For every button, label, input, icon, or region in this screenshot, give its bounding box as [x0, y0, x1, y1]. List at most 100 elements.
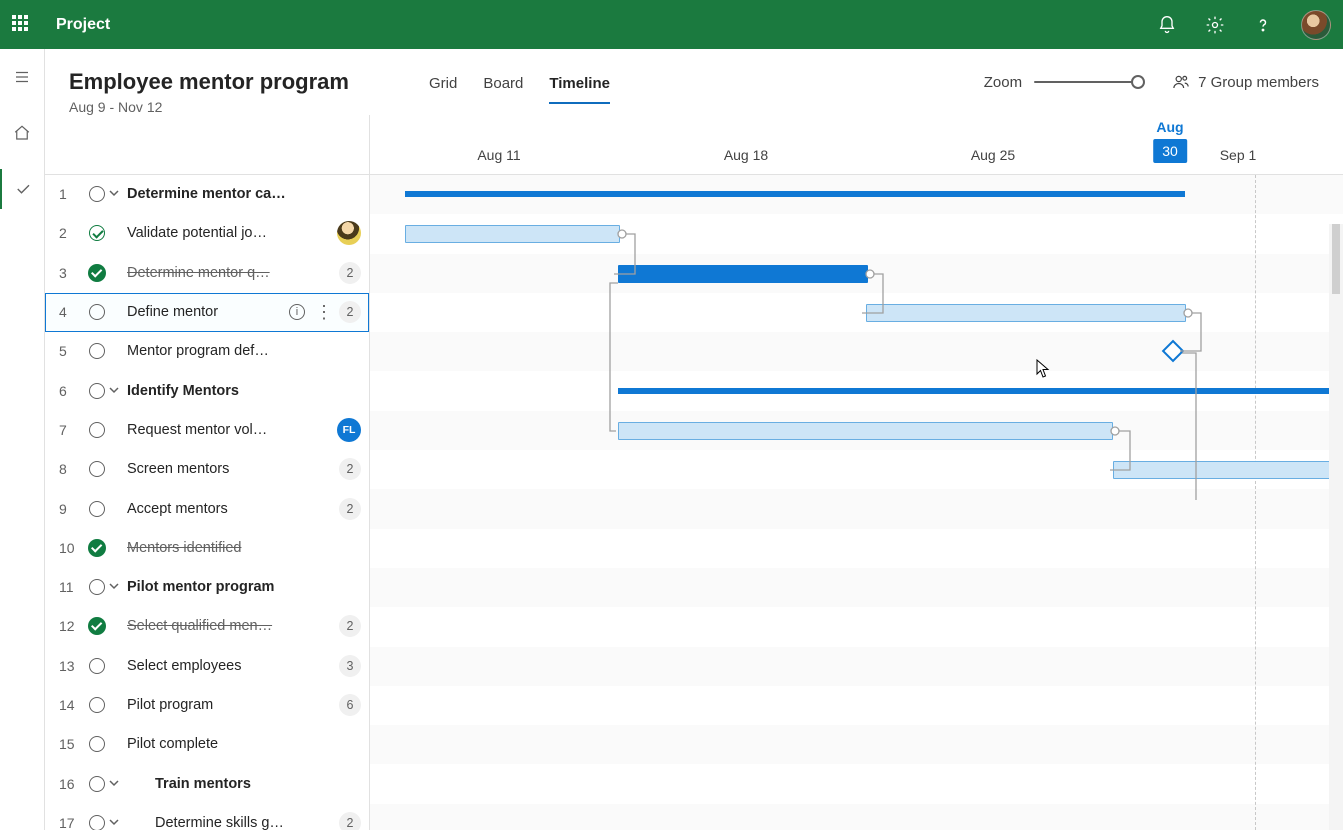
task-row-6[interactable]: 6Identify Mentors [45, 371, 369, 410]
task-status-icon[interactable] [85, 383, 109, 399]
task-name: Accept mentors [109, 501, 339, 517]
task-list[interactable]: 1Determine mentor ca… 2 Validate potential… [45, 175, 370, 830]
task-name: Screen mentors [109, 461, 339, 477]
bar-task-3[interactable] [618, 265, 868, 283]
bar-task-2[interactable] [405, 225, 620, 243]
project-header: Employee mentor program Aug 9 - Nov 12 G… [45, 49, 1343, 115]
task-extra: 2 [339, 498, 361, 520]
gantt-row[interactable] [370, 293, 1343, 332]
task-row-14[interactable]: 14Pilot program6 [45, 686, 369, 725]
task-status-icon[interactable] [85, 225, 109, 241]
count-badge: 2 [339, 262, 361, 284]
task-extra [337, 221, 361, 245]
gantt-row[interactable] [370, 607, 1343, 646]
bar-task-7[interactable] [618, 422, 1113, 440]
title-block: Employee mentor program Aug 9 - Nov 12 [69, 69, 409, 115]
settings-icon[interactable] [1205, 15, 1225, 35]
task-row-10[interactable]: 10Mentors identified [45, 529, 369, 568]
chevron-down-icon[interactable] [109, 776, 123, 792]
gantt-row[interactable] [370, 332, 1343, 371]
gantt-row[interactable] [370, 529, 1343, 568]
task-row-4[interactable]: 4Define mentori⋮2 [45, 293, 369, 332]
count-badge: 3 [339, 655, 361, 677]
task-row-7[interactable]: 7Request mentor vol…FL [45, 411, 369, 450]
task-row-8[interactable]: 8Screen mentors2 [45, 450, 369, 489]
task-status-icon[interactable] [85, 658, 109, 674]
task-name: Validate potential jo… [109, 225, 337, 241]
vertical-scrollbar-thumb[interactable] [1329, 224, 1343, 830]
task-status-icon[interactable] [85, 501, 109, 517]
task-number: 8 [59, 461, 85, 477]
task-status-icon[interactable] [85, 186, 109, 202]
task-status-icon[interactable] [85, 539, 109, 557]
bar-summary-1[interactable] [405, 191, 1185, 197]
chevron-down-icon[interactable] [109, 579, 123, 595]
app-launcher-icon[interactable] [12, 15, 32, 35]
task-status-icon[interactable] [85, 617, 109, 635]
bar-task-8[interactable] [1113, 461, 1343, 479]
user-avatar[interactable] [1301, 10, 1331, 40]
notifications-icon[interactable] [1157, 15, 1177, 35]
today-day[interactable]: 30 [1153, 139, 1187, 163]
task-row-1[interactable]: 1Determine mentor ca… [45, 175, 369, 214]
task-name: Select employees [109, 658, 339, 674]
bar-summary-6[interactable] [618, 388, 1330, 394]
task-status-icon[interactable] [85, 697, 109, 713]
gantt-row[interactable] [370, 647, 1343, 686]
task-number: 5 [59, 343, 85, 359]
task-status-icon[interactable] [85, 579, 109, 595]
task-status-icon[interactable] [85, 815, 109, 830]
group-members-button[interactable]: 7 Group members [1172, 73, 1319, 91]
chevron-down-icon[interactable] [109, 383, 123, 399]
gantt-row[interactable] [370, 568, 1343, 607]
task-status-icon[interactable] [85, 736, 109, 752]
gantt-row[interactable] [370, 804, 1343, 830]
task-row-5[interactable]: 5Mentor program def… [45, 332, 369, 371]
bar-task-4[interactable] [866, 304, 1186, 322]
task-number: 12 [59, 618, 85, 634]
task-name: Pilot program [109, 697, 339, 713]
zoom-thumb[interactable] [1131, 75, 1145, 89]
task-row-2[interactable]: 2 Validate potential jo… [45, 214, 369, 253]
task-status-icon[interactable] [85, 264, 109, 282]
task-extra: 2 [339, 812, 361, 830]
gantt-row[interactable] [370, 489, 1343, 528]
task-row-9[interactable]: 9Accept mentors2 [45, 489, 369, 528]
topbar-right [1157, 10, 1331, 40]
tab-timeline[interactable]: Timeline [549, 75, 610, 104]
assignee-avatar[interactable] [337, 221, 361, 245]
gantt-row[interactable] [370, 686, 1343, 725]
task-status-icon[interactable] [85, 343, 109, 359]
task-number: 2 [59, 225, 85, 241]
help-icon[interactable] [1253, 15, 1273, 35]
task-status-icon[interactable] [85, 304, 109, 320]
task-status-icon[interactable] [85, 776, 109, 792]
task-row-12[interactable]: 12Select qualified men…2 [45, 607, 369, 646]
more-icon[interactable]: ⋮ [315, 303, 333, 321]
tab-board[interactable]: Board [483, 75, 523, 104]
task-row-16[interactable]: 16Train mentors [45, 764, 369, 803]
task-row-15[interactable]: 15Pilot complete [45, 725, 369, 764]
project-title: Employee mentor program [69, 69, 409, 95]
task-row-13[interactable]: 13Select employees3 [45, 647, 369, 686]
chevron-down-icon[interactable] [109, 186, 123, 202]
home-icon[interactable] [0, 113, 45, 153]
tasks-icon[interactable] [0, 169, 45, 209]
task-name: Define mentor [109, 304, 289, 320]
task-status-icon[interactable] [85, 422, 109, 438]
task-row-17[interactable]: 17Determine skills g…2 [45, 804, 369, 830]
gantt-row[interactable] [370, 725, 1343, 764]
tab-grid[interactable]: Grid [429, 75, 457, 104]
task-status-icon[interactable] [85, 461, 109, 477]
chevron-down-icon[interactable] [109, 815, 123, 830]
task-row-11[interactable]: 11Pilot mentor program [45, 568, 369, 607]
gantt-row[interactable] [370, 764, 1343, 803]
info-icon[interactable]: i [289, 304, 305, 320]
task-extra: FL [337, 418, 361, 442]
task-number: 15 [59, 736, 85, 752]
assignee-avatar[interactable]: FL [337, 418, 361, 442]
zoom-slider[interactable] [1034, 74, 1144, 90]
gantt-chart[interactable] [370, 175, 1343, 830]
task-row-3[interactable]: 3Determine mentor q…2 [45, 254, 369, 293]
hamburger-icon[interactable] [0, 57, 45, 97]
